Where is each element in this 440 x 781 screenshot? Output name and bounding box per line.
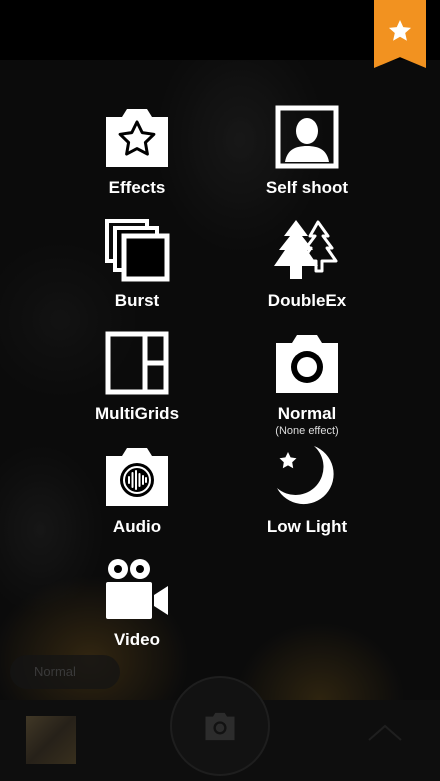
mode-sublabel: (None effect) (275, 425, 339, 437)
chevron-up-icon[interactable] (365, 720, 405, 744)
moon-star-icon (274, 443, 340, 509)
mode-label: Normal (277, 404, 337, 423)
video-camera-icon (104, 556, 170, 622)
mode-doubleex[interactable]: DoubleEx (237, 217, 377, 311)
mode-label: MultiGrids (94, 404, 180, 423)
mode-self-shoot[interactable]: Self shoot (237, 104, 377, 198)
mode-audio[interactable]: Audio (67, 443, 207, 537)
mode-burst[interactable]: Burst (67, 217, 207, 311)
current-mode-pill[interactable]: Normal (10, 655, 120, 689)
mode-effects[interactable]: Effects (67, 104, 207, 198)
mode-label: Self shoot (265, 178, 349, 197)
camera-icon (205, 712, 235, 741)
mode-label: Burst (114, 291, 160, 310)
star-icon (388, 19, 412, 41)
mode-video[interactable]: Video (67, 556, 207, 650)
pine-trees-icon (274, 217, 340, 283)
mode-label: Effects (108, 178, 166, 197)
mode-label: Video (114, 630, 160, 649)
camera-icon (274, 330, 340, 396)
mode-label: DoubleEx (267, 291, 347, 310)
stacked-frames-icon (104, 217, 170, 283)
shutter-button[interactable] (170, 676, 270, 776)
mode-low-light[interactable]: Low Light (237, 443, 377, 537)
portrait-icon (274, 104, 340, 170)
gallery-thumbnail[interactable] (26, 716, 76, 764)
mode-label: Low Light (266, 517, 348, 536)
audio-camera-icon (104, 443, 170, 509)
mode-normal[interactable]: Normal (None effect) (237, 330, 377, 438)
mode-label: Audio (112, 517, 162, 536)
grid-layout-icon (104, 330, 170, 396)
star-camera-icon (104, 104, 170, 170)
mode-multigrids[interactable]: MultiGrids (67, 330, 207, 424)
